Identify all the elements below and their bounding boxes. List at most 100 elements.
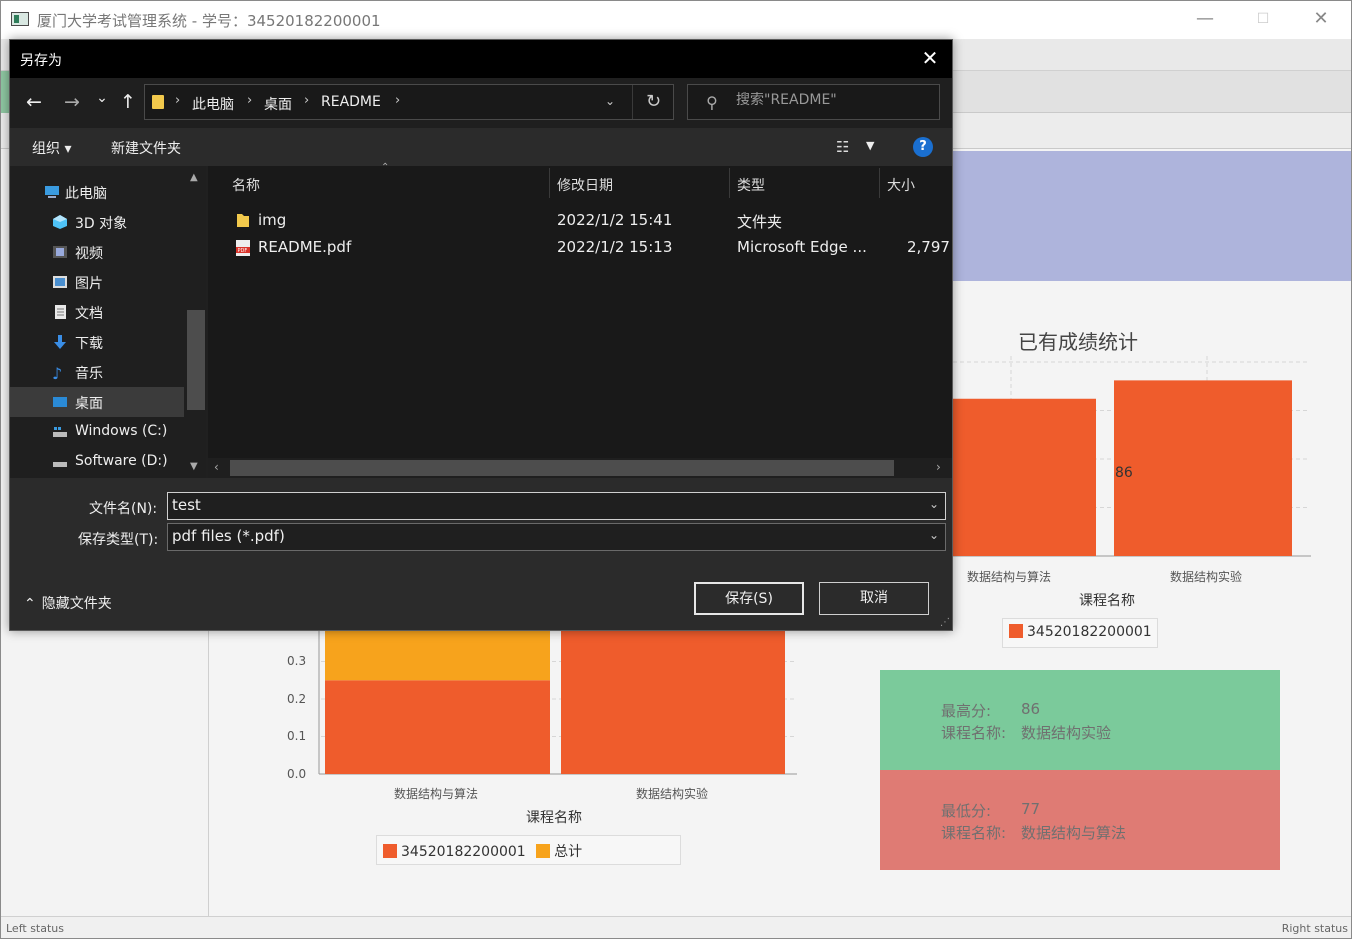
- y-tick-label: 0.1: [287, 729, 307, 743]
- column-divider[interactable]: [549, 168, 550, 198]
- horizontal-scrollbar[interactable]: ‹ ›: [208, 458, 952, 478]
- nav-item-documents[interactable]: 文档: [10, 297, 184, 327]
- column-header-date[interactable]: 修改日期: [557, 175, 613, 195]
- file-row[interactable]: img 2022/1/2 15:41 文件夹: [208, 208, 952, 234]
- legend-label: 34520182200001: [401, 844, 526, 860]
- min-course-value: 数据结构与算法: [1021, 824, 1127, 842]
- file-type: 文件夹: [737, 213, 783, 231]
- legend-label: 总计: [554, 844, 583, 860]
- nav-item-software-d[interactable]: Software (D:): [10, 447, 184, 477]
- refresh-button[interactable]: ↻: [632, 85, 674, 119]
- resize-grip-icon[interactable]: ⋰: [940, 617, 950, 628]
- close-button[interactable]: ✕: [1292, 1, 1350, 39]
- save-button[interactable]: 保存(S): [694, 582, 804, 615]
- minimize-button[interactable]: —: [1176, 1, 1234, 39]
- chevron-down-icon[interactable]: ▼: [866, 139, 874, 152]
- forward-button[interactable]: →: [60, 91, 84, 113]
- search-box[interactable]: ⚲: [687, 84, 940, 120]
- chart-title: 已有成绩统计: [1018, 330, 1138, 354]
- nav-item-music[interactable]: ♪ 音乐: [10, 357, 184, 387]
- chevron-down-icon[interactable]: ▼: [190, 461, 198, 472]
- view-options-icon[interactable]: ☷: [836, 138, 854, 156]
- pdf-icon: PDF: [235, 239, 251, 261]
- nav-item-label: Windows (C:): [75, 423, 168, 439]
- breadcrumb-item[interactable]: README: [321, 94, 381, 110]
- nav-item-label: Software (D:): [75, 453, 168, 469]
- chevron-down-icon[interactable]: ⌄: [929, 528, 939, 542]
- column-divider[interactable]: [879, 168, 880, 198]
- scrollbar-thumb[interactable]: [230, 460, 894, 476]
- column-header-name[interactable]: 名称: [232, 175, 260, 195]
- chevron-down-icon[interactable]: ⌄: [929, 497, 939, 511]
- file-date: 2022/1/2 15:41: [557, 211, 673, 229]
- nav-item-pictures[interactable]: 图片: [10, 267, 184, 297]
- search-icon: ⚲: [706, 93, 718, 112]
- column-header-size[interactable]: 大小: [887, 175, 915, 195]
- music-icon: ♪: [52, 364, 63, 383]
- chevron-right-icon: ›: [304, 93, 310, 108]
- file-type: Microsoft Edge ...: [737, 238, 867, 256]
- min-score-value: 77: [1021, 800, 1041, 818]
- app-icon: [11, 12, 29, 26]
- breadcrumb-item[interactable]: 桌面: [264, 94, 292, 114]
- nav-scrollbar[interactable]: ▲ ▼: [186, 166, 206, 478]
- up-button[interactable]: ↑: [116, 91, 140, 113]
- column-divider[interactable]: [729, 168, 730, 198]
- legend-label: 34520182200001: [1027, 624, 1152, 640]
- command-bar: 组织 ▾ 新建文件夹 ☷ ▼ ?: [10, 128, 952, 166]
- filename-label: 文件名(N):: [89, 501, 158, 517]
- recent-locations-button[interactable]: ⌄: [90, 90, 114, 106]
- search-input[interactable]: [736, 92, 936, 108]
- nav-item-label: 下载: [75, 336, 103, 352]
- chevron-left-icon[interactable]: ‹: [214, 460, 219, 474]
- hide-folders-toggle[interactable]: ⌃ 隐藏文件夹: [24, 593, 112, 613]
- window-title: 厦门大学考试管理系统 - 学号：34520182200001: [37, 12, 381, 30]
- folder-icon: [236, 212, 250, 232]
- svg-text:PDF: PDF: [238, 248, 248, 254]
- stats-chart: [953, 356, 1311, 557]
- filename-field[interactable]: ⌄: [167, 492, 946, 520]
- drive-icon: [52, 454, 68, 470]
- breadcrumb-item[interactable]: 此电脑: [192, 94, 234, 114]
- nav-item-videos[interactable]: 视频: [10, 237, 184, 267]
- nav-item-desktop[interactable]: 桌面: [10, 387, 184, 417]
- nav-item-windows-c[interactable]: Windows (C:): [10, 417, 184, 447]
- computer-icon: [44, 184, 60, 200]
- nav-item-3d-objects[interactable]: 3D 对象: [10, 207, 184, 237]
- maximize-button[interactable]: ☐: [1234, 1, 1292, 39]
- dialog-nav-bar: ← → ⌄ ↑ › 此电脑 › 桌面 › README › ⌄ ↻ ⚲: [10, 78, 952, 128]
- column-header-type[interactable]: 类型: [737, 175, 765, 195]
- max-score-value: 86: [1021, 700, 1041, 718]
- sort-up-icon: ⌃: [381, 162, 390, 173]
- cancel-button[interactable]: 取消: [819, 582, 929, 615]
- x-tick-label: 数据结构与算法: [394, 787, 479, 801]
- save-as-dialog: 另存为 ✕ ← → ⌄ ↑ › 此电脑 › 桌面 › README › ⌄ ↻ …: [9, 39, 953, 631]
- filetype-select[interactable]: pdf files (*.pdf) ⌄: [167, 523, 946, 551]
- picture-icon: [52, 274, 68, 290]
- chevron-up-icon[interactable]: ▲: [190, 172, 198, 183]
- x-axis-title: 课程名称: [526, 810, 582, 826]
- bar: [561, 621, 785, 774]
- status-bar: Left status Right status: [1, 916, 1351, 938]
- status-right: Right status: [1281, 922, 1348, 935]
- bar: [953, 398, 1096, 556]
- chevron-right-icon: ›: [247, 93, 253, 108]
- chevron-right-icon[interactable]: ›: [936, 460, 941, 474]
- back-button[interactable]: ←: [22, 91, 46, 113]
- x-tick-label: 数据结构实验: [636, 787, 709, 801]
- help-icon[interactable]: ?: [913, 137, 933, 157]
- hide-folders-label: 隐藏文件夹: [41, 596, 112, 612]
- address-bar[interactable]: › 此电脑 › 桌面 › README › ⌄ ↻: [144, 84, 674, 120]
- scrollbar-thumb[interactable]: [187, 310, 205, 410]
- filename-input[interactable]: [172, 496, 912, 514]
- nav-item-label: 3D 对象: [75, 216, 128, 232]
- chevron-down-icon[interactable]: ⌄: [605, 94, 615, 108]
- new-folder-button[interactable]: 新建文件夹: [111, 138, 181, 158]
- nav-item-this-pc[interactable]: 此电脑: [10, 177, 184, 207]
- dialog-close-button[interactable]: ✕: [908, 40, 952, 78]
- organize-button[interactable]: 组织 ▾: [32, 138, 71, 158]
- cube-icon: [52, 214, 68, 230]
- ratio-chart: [318, 621, 797, 775]
- nav-item-downloads[interactable]: 下载: [10, 327, 184, 357]
- file-row[interactable]: PDF README.pdf 2022/1/2 15:13 Microsoft …: [208, 235, 952, 261]
